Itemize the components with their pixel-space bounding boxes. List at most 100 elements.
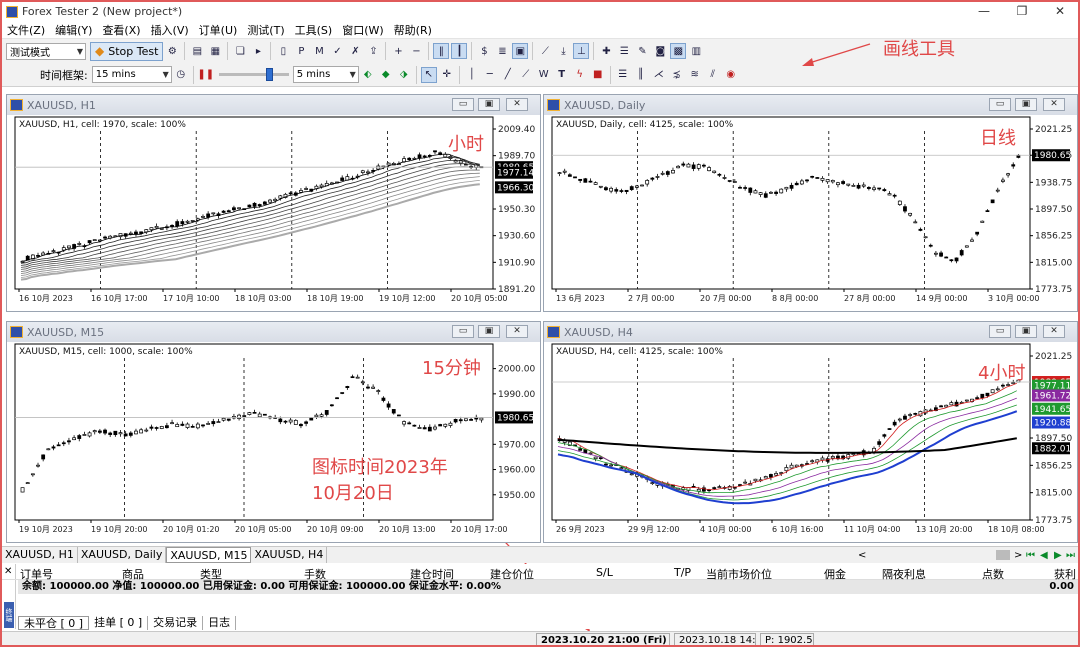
gann-fan-icon[interactable]: ⋨	[669, 67, 685, 83]
screenshot-icon[interactable]: ◙	[652, 43, 668, 59]
tab-daily[interactable]: XAUUSD, Daily	[78, 547, 167, 563]
chart-close-button[interactable]: ✕	[506, 98, 528, 111]
zoom-in-icon[interactable]: +	[390, 43, 406, 59]
bar-chart-icon[interactable]: ‖	[433, 43, 450, 59]
horizontal-line-icon[interactable]: ─	[482, 67, 498, 83]
list-icon[interactable]: ▥	[688, 43, 704, 59]
col-tp[interactable]: T/P	[674, 566, 691, 579]
speed-slider[interactable]	[218, 66, 289, 83]
stop-test-button[interactable]: ◆ Stop Test	[90, 41, 164, 61]
menu-file[interactable]: 文件(Z)	[2, 22, 50, 38]
strategy-icon[interactable]: ▩	[670, 43, 687, 59]
menu-window[interactable]: 窗口(W)	[337, 22, 388, 38]
chart-restore-button[interactable]: ▣	[1015, 98, 1037, 111]
chart-close-button[interactable]: ✕	[1043, 325, 1065, 338]
mode-select[interactable]: 测试模式 ▼	[6, 42, 86, 60]
first-chart-icon[interactable]: ⏮	[1026, 550, 1035, 561]
candle-body	[113, 430, 118, 436]
channel-icon[interactable]: ≋	[687, 67, 703, 83]
menu-insert[interactable]: 插入(V)	[146, 22, 194, 38]
chart-minimize-button[interactable]: ▭	[452, 98, 474, 111]
chart-restore-button[interactable]: ▣	[478, 325, 500, 338]
tab-pending-orders[interactable]: 挂单 [ 0 ]	[89, 616, 149, 630]
add-indicator-icon[interactable]: ✚	[598, 43, 614, 59]
new-chart-icon[interactable]: ▯	[275, 43, 291, 59]
mail-icon[interactable]: M	[311, 43, 327, 59]
open-icon[interactable]: ▤	[189, 43, 205, 59]
menu-view[interactable]: 查看(X)	[97, 22, 145, 38]
clock-icon[interactable]: ◷	[173, 67, 189, 83]
step-one-icon[interactable]: ◆	[378, 67, 394, 83]
chart-window-h4[interactable]: XAUUSD, H4 ▭ ▣ ✕ XAUUSD, H4, cell: 4125,…	[543, 321, 1078, 543]
text-tool-icon[interactable]: T	[554, 67, 570, 83]
fib-timezones-icon[interactable]: ║	[633, 67, 649, 83]
indicators-icon[interactable]: ≣	[494, 43, 510, 59]
chart-window-h1[interactable]: XAUUSD, H1 ▭ ▣ ✕ XAUUSD, H1, cell: 1970,…	[6, 94, 541, 312]
fib-fan-icon[interactable]: ⋌	[651, 67, 667, 83]
menu-help[interactable]: 帮助(R)	[389, 22, 437, 38]
ray-icon[interactable]: ⟋	[518, 67, 534, 83]
autoscroll-icon[interactable]: ⤓	[555, 43, 571, 59]
drawing-settings-icon[interactable]: ◉	[723, 67, 739, 83]
restore-button[interactable]: ❐	[1004, 2, 1040, 21]
export-icon[interactable]: ⇪	[365, 43, 381, 59]
trend-line-icon[interactable]: ╱	[500, 67, 516, 83]
tab-history[interactable]: 交易记录	[148, 616, 204, 630]
fib-levels-icon[interactable]: ☰	[615, 67, 631, 83]
step-back-icon[interactable]: ⬖	[360, 67, 376, 83]
period-separator-icon[interactable]: ⊥	[573, 43, 590, 59]
andrews-pitchfork-icon[interactable]: ⫽	[705, 67, 721, 83]
step-forward-icon[interactable]: ⬗	[396, 67, 412, 83]
speed-slider-thumb[interactable]	[265, 68, 273, 81]
last-chart-icon[interactable]: ⏭	[1066, 550, 1075, 561]
chart-minimize-button[interactable]: ▭	[452, 325, 474, 338]
step-select[interactable]: 5 mins ▼	[292, 66, 359, 83]
next-chart-icon[interactable]: ▶	[1054, 550, 1062, 561]
fibonacci-icon[interactable]: ϟ	[572, 67, 588, 83]
prev-chart-icon[interactable]: ◀	[1040, 550, 1048, 561]
tab-open-positions[interactable]: 未平仓 [ 0 ]	[18, 616, 90, 630]
menu-edit[interactable]: 编辑(Y)	[50, 22, 97, 38]
grid-icon[interactable]: ▣	[512, 43, 529, 59]
minimize-button[interactable]: —	[966, 2, 1002, 21]
menu-tools[interactable]: 工具(S)	[290, 22, 338, 38]
menu-test[interactable]: 测试(T)	[242, 22, 289, 38]
save-icon[interactable]: ▦	[207, 43, 223, 59]
chart-minimize-button[interactable]: ▭	[989, 98, 1011, 111]
check-icon[interactable]: ✓	[329, 43, 345, 59]
candle-chart-icon[interactable]: ┃	[451, 43, 468, 59]
candle-body	[990, 389, 995, 394]
tab-m15[interactable]: XAUUSD, M15	[166, 547, 252, 563]
chart-properties-icon[interactable]: P	[293, 43, 309, 59]
test-settings-icon[interactable]: ⚙	[164, 43, 180, 59]
tab-journal[interactable]: 日志	[203, 616, 237, 630]
text-w-icon[interactable]: W	[536, 67, 552, 83]
money-management-icon[interactable]: $	[476, 43, 492, 59]
pause-icon[interactable]: ❚❚	[197, 67, 214, 83]
zoom-out-icon[interactable]: −	[408, 43, 424, 59]
tab-h4[interactable]: XAUUSD, H4	[251, 547, 328, 563]
tab-h1[interactable]: XAUUSD, H1	[2, 547, 78, 563]
copy-icon[interactable]: ❏	[232, 43, 248, 59]
crosshair-icon[interactable]: ✛	[439, 67, 455, 83]
cursor-icon[interactable]: ↖	[420, 66, 437, 83]
chart-close-button[interactable]: ✕	[506, 325, 528, 338]
vertical-line-icon[interactable]: │	[464, 67, 480, 83]
chart-minimize-button[interactable]: ▭	[989, 325, 1011, 338]
scroll-right-icon[interactable]: >	[1014, 550, 1022, 561]
templates-icon[interactable]: ☰	[616, 43, 632, 59]
menu-orders[interactable]: 订单(U)	[194, 22, 243, 38]
col-sl[interactable]: S/L	[596, 566, 613, 579]
line-chart-icon[interactable]: ⟋	[537, 43, 553, 59]
record-icon[interactable]: ▸	[250, 43, 266, 59]
shapes-icon[interactable]: ■	[590, 67, 606, 83]
scroll-left-icon[interactable]: <	[858, 550, 866, 561]
close-button[interactable]: ✕	[1042, 2, 1078, 21]
pen-icon[interactable]: ✎	[634, 43, 650, 59]
timeframe-select[interactable]: 15 mins ▼	[91, 66, 172, 83]
chart-close-button[interactable]: ✕	[1043, 98, 1065, 111]
chart-restore-button[interactable]: ▣	[1015, 325, 1037, 338]
delete-icon[interactable]: ✗	[347, 43, 363, 59]
chart-restore-button[interactable]: ▣	[478, 98, 500, 111]
horizontal-scrollbar-thumb[interactable]	[996, 550, 1010, 560]
